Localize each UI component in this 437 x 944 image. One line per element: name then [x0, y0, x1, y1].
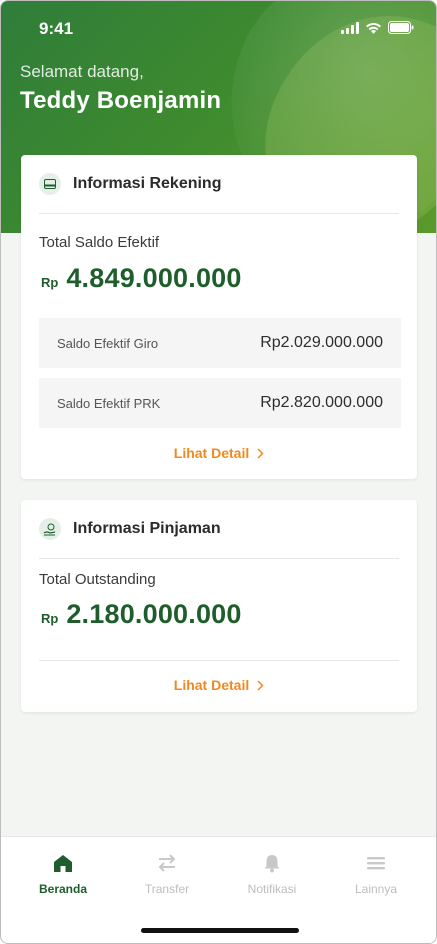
tab-label: Notifikasi	[247, 882, 297, 896]
tab-beranda[interactable]: Beranda	[23, 853, 103, 896]
user-name: Teddy Boenjamin	[20, 87, 222, 114]
chevron-right-icon	[257, 447, 264, 459]
status-icons	[341, 21, 414, 34]
tab-label: Lainnya	[354, 882, 398, 896]
currency-label: Rp	[41, 275, 59, 290]
home-indicator	[141, 928, 299, 933]
tab-label: Transfer	[144, 882, 190, 896]
menu-icon	[367, 857, 385, 870]
detail-link-label: Lihat Detail	[173, 677, 250, 693]
account-info-card: Informasi Rekening Total Saldo Efektif R…	[21, 155, 417, 479]
app-screen: 9:41 Selamat datang, Teddy Boenjamin Inf…	[0, 0, 437, 944]
home-icon	[54, 855, 72, 872]
loan-detail-link[interactable]: Lihat Detail	[21, 677, 417, 693]
tab-lainnya[interactable]: Lainnya	[336, 853, 416, 896]
status-time: 9:41	[39, 19, 74, 38]
transfer-icon	[158, 854, 176, 872]
battery-icon	[388, 21, 414, 34]
bottom-tab-bar: Beranda Transfer Notifikasi Lainnya	[1, 836, 436, 943]
total-balance-label: Total Saldo Efektif	[39, 234, 160, 251]
signal-icon	[341, 21, 359, 34]
greeting-text: Selamat datang,	[20, 62, 144, 81]
divider	[39, 660, 399, 661]
balance-row-label: Saldo Efektif Giro	[57, 335, 159, 351]
total-outstanding-value: 2.180.000.000	[66, 599, 242, 629]
balance-row-label: Saldo Efektif PRK	[57, 395, 161, 411]
total-outstanding: Rp 2.180.000.000	[41, 599, 242, 630]
status-bar: 9:41	[1, 1, 436, 55]
wifi-icon	[365, 22, 382, 34]
loan-info-card: Informasi Pinjaman Total Outstanding Rp …	[21, 500, 417, 712]
card-header: Informasi Rekening	[39, 155, 399, 214]
tab-transfer[interactable]: Transfer	[127, 853, 207, 896]
bell-icon	[264, 855, 280, 873]
card-header: Informasi Pinjaman	[39, 500, 399, 559]
balance-row: Saldo Efektif Giro Rp2.029.000.000	[39, 318, 401, 368]
total-balance: Rp 4.849.000.000	[41, 263, 242, 294]
card-title: Informasi Pinjaman	[73, 520, 221, 537]
currency-label: Rp	[41, 611, 59, 626]
balance-row: Saldo Efektif PRK Rp2.820.000.000	[39, 378, 401, 428]
total-outstanding-label: Total Outstanding	[39, 571, 156, 588]
tab-notifikasi[interactable]: Notifikasi	[232, 853, 312, 896]
balance-row-value: Rp2.029.000.000	[260, 334, 383, 351]
hand-money-icon	[39, 518, 61, 540]
chevron-right-icon	[257, 679, 264, 691]
card-icon	[39, 173, 61, 195]
tab-label: Beranda	[38, 882, 88, 896]
balance-row-value: Rp2.820.000.000	[260, 394, 383, 411]
account-detail-link[interactable]: Lihat Detail	[21, 445, 417, 461]
card-title: Informasi Rekening	[73, 175, 222, 192]
total-balance-value: 4.849.000.000	[66, 263, 242, 293]
detail-link-label: Lihat Detail	[173, 445, 250, 461]
